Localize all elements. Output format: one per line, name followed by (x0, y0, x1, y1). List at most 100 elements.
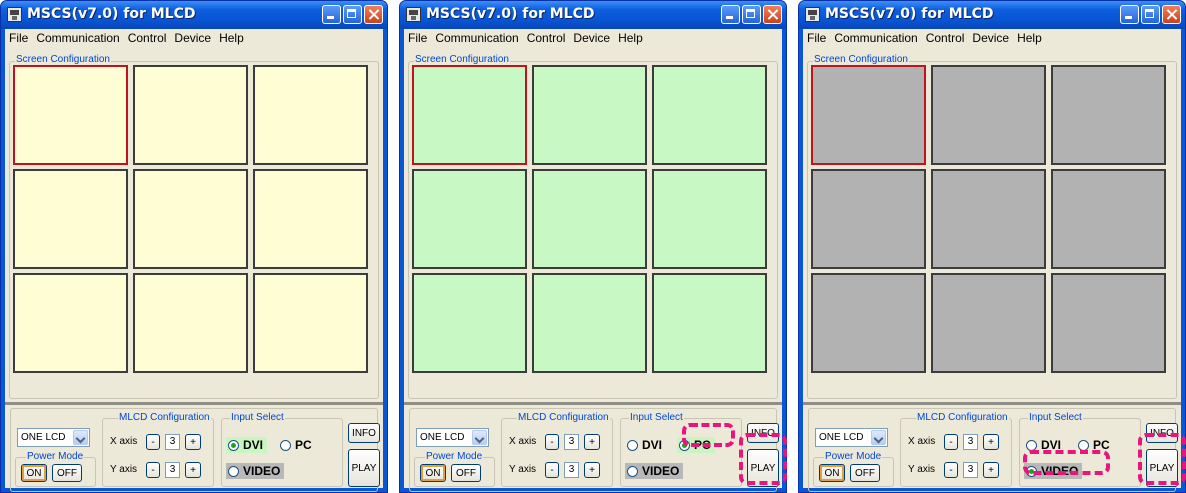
input-dvi-radio[interactable]: DVI (625, 437, 666, 453)
menu-communication[interactable]: Communication (431, 29, 522, 45)
y-axis-minus-button[interactable]: - (146, 462, 160, 478)
input-video-radio[interactable]: VIDEO (226, 463, 285, 479)
menu-bar: File Communication Control Device Help (404, 29, 782, 47)
minimize-icon[interactable] (721, 5, 740, 24)
chevron-down-icon[interactable] (871, 430, 886, 445)
lcd-mode-select[interactable]: ONE LCD (815, 428, 888, 447)
x-axis-minus-button[interactable]: - (146, 434, 160, 450)
screen-cell-2-2[interactable] (133, 169, 248, 269)
screen-cell-3-3[interactable] (652, 273, 767, 373)
title-bar[interactable]: MSCS(v7.0) for MLCD (1, 1, 387, 29)
power-off-button[interactable]: OFF (451, 464, 481, 482)
screen-cell-2-3[interactable] (652, 169, 767, 269)
screen-cell-2-1[interactable] (811, 169, 926, 269)
menu-communication[interactable]: Communication (830, 29, 921, 45)
x-axis-value[interactable]: 3 (963, 434, 978, 450)
play-button[interactable]: PLAY (348, 449, 380, 487)
menu-control[interactable]: Control (922, 29, 969, 45)
screen-cell-2-2[interactable] (931, 169, 1046, 269)
x-axis-plus-button[interactable]: + (983, 434, 999, 450)
x-axis-plus-button[interactable]: + (185, 434, 201, 450)
close-icon[interactable] (364, 5, 383, 24)
y-axis-minus-button[interactable]: - (944, 462, 958, 478)
power-on-button[interactable]: ON (21, 464, 47, 482)
screen-cell-3-2[interactable] (532, 273, 647, 373)
screen-cell-1-2[interactable] (931, 65, 1046, 165)
menu-communication[interactable]: Communication (32, 29, 123, 45)
screen-cell-2-3[interactable] (1051, 169, 1166, 269)
app-window-2: MSCS(v7.0) for MLCD File Communication Con… (399, 0, 787, 493)
radio-video-icon (228, 465, 239, 477)
x-axis-minus-button[interactable]: - (545, 434, 559, 450)
y-axis-plus-button[interactable]: + (584, 462, 600, 478)
close-icon[interactable] (763, 5, 782, 24)
minimize-icon[interactable] (322, 5, 341, 24)
screen-cell-3-1[interactable] (13, 273, 128, 373)
lcd-mode-select[interactable]: ONE LCD (416, 428, 489, 447)
menu-help[interactable]: Help (1013, 29, 1046, 45)
menu-file[interactable]: File (5, 29, 32, 45)
input-pc-radio[interactable]: PC (278, 437, 316, 453)
screen-cell-2-3[interactable] (253, 169, 368, 269)
y-axis-plus-button[interactable]: + (983, 462, 999, 478)
screen-cell-3-1[interactable] (412, 273, 527, 373)
power-mode-label: Power Mode (425, 451, 484, 462)
y-axis-plus-button[interactable]: + (185, 462, 201, 478)
input-dvi-radio[interactable]: DVI (226, 437, 268, 453)
x-axis-value[interactable]: 3 (564, 434, 579, 450)
y-axis-value[interactable]: 3 (963, 462, 978, 478)
y-axis-value[interactable]: 3 (165, 462, 180, 478)
screen-cell-1-2[interactable] (133, 65, 248, 165)
menu-device[interactable]: Device (170, 29, 215, 45)
y-axis-minus-button[interactable]: - (545, 462, 559, 478)
maximize-icon[interactable] (343, 5, 362, 24)
maximize-icon[interactable] (1141, 5, 1160, 24)
minimize-icon[interactable] (1120, 5, 1139, 24)
menu-device[interactable]: Device (968, 29, 1013, 45)
menu-file[interactable]: File (404, 29, 431, 45)
x-axis-value[interactable]: 3 (165, 434, 180, 450)
power-off-button[interactable]: OFF (850, 464, 880, 482)
control-panel: ONE LCD Power Mode ON OFF MLCD Configura… (10, 408, 380, 492)
screen-cell-3-3[interactable] (253, 273, 368, 373)
title-bar[interactable]: MSCS(v7.0) for MLCD (799, 1, 1185, 29)
client-area: Screen Configuration ONE LCD Power Mode … (404, 47, 782, 492)
x-axis-plus-button[interactable]: + (584, 434, 600, 450)
screen-cell-2-1[interactable] (412, 169, 527, 269)
screen-cell-1-2[interactable] (532, 65, 647, 165)
screen-cell-3-2[interactable] (931, 273, 1046, 373)
chevron-down-icon[interactable] (472, 430, 487, 445)
power-on-button[interactable]: ON (819, 464, 845, 482)
y-axis-label: Y axis (908, 464, 936, 475)
menu-device[interactable]: Device (569, 29, 614, 45)
screen-cell-2-2[interactable] (532, 169, 647, 269)
y-axis-value[interactable]: 3 (564, 462, 579, 478)
menu-control[interactable]: Control (124, 29, 171, 45)
screen-cell-1-3[interactable] (1051, 65, 1166, 165)
screen-cell-1-3[interactable] (253, 65, 368, 165)
screen-cell-3-2[interactable] (133, 273, 248, 373)
close-icon[interactable] (1162, 5, 1181, 24)
screen-cell-1-3[interactable] (652, 65, 767, 165)
pc-highlight-box-2 (682, 423, 735, 447)
screen-cell-3-3[interactable] (1051, 273, 1166, 373)
x-axis-label: X axis (908, 436, 936, 447)
chevron-down-icon[interactable] (73, 430, 88, 445)
info-button[interactable]: INFO (348, 423, 380, 443)
screen-cell-2-1[interactable] (13, 169, 128, 269)
power-on-button[interactable]: ON (420, 464, 446, 482)
menu-help[interactable]: Help (614, 29, 647, 45)
maximize-icon[interactable] (742, 5, 761, 24)
menu-control[interactable]: Control (523, 29, 570, 45)
lcd-mode-select[interactable]: ONE LCD (17, 428, 90, 447)
screen-cell-1-1[interactable] (13, 65, 128, 165)
input-video-radio[interactable]: VIDEO (625, 463, 684, 479)
menu-help[interactable]: Help (215, 29, 248, 45)
x-axis-minus-button[interactable]: - (944, 434, 958, 450)
menu-file[interactable]: File (803, 29, 830, 45)
title-bar[interactable]: MSCS(v7.0) for MLCD (400, 1, 786, 29)
power-off-button[interactable]: OFF (52, 464, 82, 482)
screen-cell-3-1[interactable] (811, 273, 926, 373)
screen-cell-1-1[interactable] (811, 65, 926, 165)
screen-cell-1-1[interactable] (412, 65, 527, 165)
